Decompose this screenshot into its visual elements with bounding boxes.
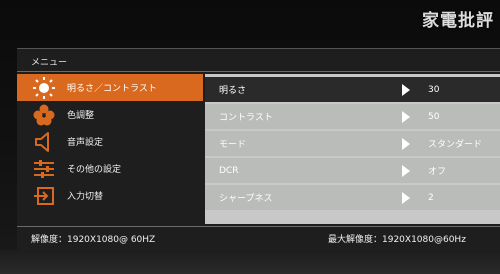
menu-item-input-select[interactable]: 入力切替	[17, 182, 203, 209]
monitor-screen: 家電批評 メニュー 明るさ／コントラスト 色調整 音声設定 その他の設定 入力切…	[0, 0, 500, 274]
menu-item-color[interactable]: 色調整	[17, 101, 203, 128]
setting-row-contrast[interactable]: コントラスト 50	[205, 104, 500, 129]
setting-value: 30	[428, 84, 440, 95]
current-resolution: 解像度：1920X1080@ 60HZ	[31, 235, 156, 245]
watermark-text: 家電批評	[422, 11, 494, 31]
osd-category-menu: 明るさ／コントラスト 色調整 音声設定 その他の設定 入力切替	[17, 74, 203, 224]
osd-title: メニュー	[31, 58, 68, 68]
setting-row-dcr[interactable]: DCR オフ	[205, 158, 500, 183]
sliders-icon	[31, 158, 57, 180]
setting-label: シャープネス	[219, 194, 273, 204]
monitor-bezel	[0, 250, 500, 274]
setting-row-brightness[interactable]: 明るさ 30	[205, 77, 500, 102]
divider	[17, 226, 500, 227]
sun-icon	[31, 76, 57, 99]
arrow-right-icon	[402, 138, 410, 150]
speaker-icon	[31, 131, 57, 153]
divider	[17, 71, 500, 72]
setting-value: スタンダード	[428, 140, 483, 150]
setting-label: 明るさ	[219, 86, 247, 96]
menu-item-label: その他の設定	[67, 165, 122, 175]
setting-label: コントラスト	[219, 113, 273, 123]
arrow-right-icon	[402, 111, 410, 123]
menu-item-label: 入力切替	[67, 192, 104, 202]
setting-value: 2	[428, 192, 434, 203]
setting-value: オフ	[428, 167, 447, 177]
menu-item-audio[interactable]: 音声設定	[17, 128, 203, 155]
menu-item-brightness-contrast[interactable]: 明るさ／コントラスト	[17, 74, 203, 101]
menu-item-label: 色調整	[67, 111, 95, 121]
setting-row-sharpness[interactable]: シャープネス 2	[205, 185, 500, 210]
setting-label: DCR	[219, 165, 239, 176]
menu-item-label: 音声設定	[67, 138, 104, 148]
osd-menu-panel: メニュー 明るさ／コントラスト 色調整 音声設定 その他の設定 入力切替 明るさ…	[17, 48, 500, 250]
input-switch-icon	[31, 185, 57, 207]
setting-row-mode[interactable]: モード スタンダード	[205, 131, 500, 156]
color-dots-icon	[31, 104, 57, 126]
osd-settings-panel: 明るさ 30 コントラスト 50 モード スタンダード DCR オフ シャープネ…	[205, 74, 500, 224]
arrow-right-icon	[402, 192, 410, 204]
setting-value: 50	[428, 111, 440, 122]
max-resolution: 最大解像度：1920X1080@60Hz	[328, 235, 466, 245]
setting-label: モード	[219, 140, 247, 150]
menu-item-label: 明るさ／コントラスト	[67, 84, 157, 94]
menu-item-other-settings[interactable]: その他の設定	[17, 155, 203, 182]
arrow-right-icon	[402, 84, 410, 96]
arrow-right-icon	[402, 165, 410, 177]
